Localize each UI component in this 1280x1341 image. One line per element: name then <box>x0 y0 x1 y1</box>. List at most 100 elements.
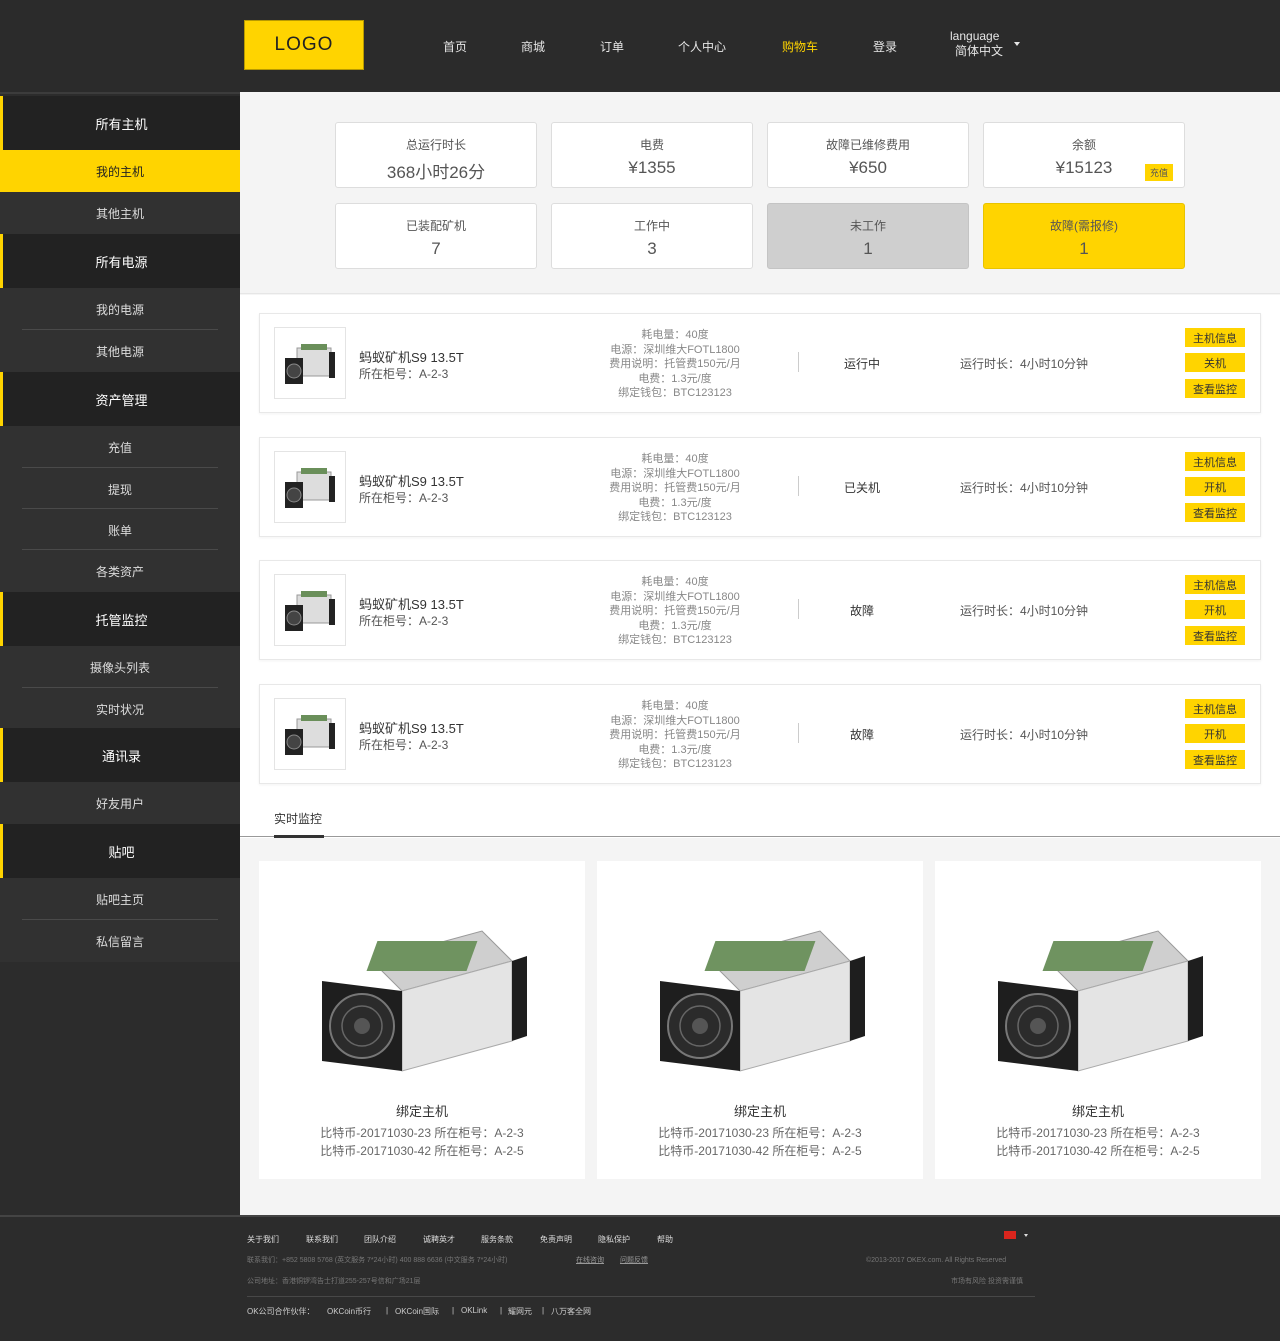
footer-partner-link[interactable]: 八万客全网 <box>551 1306 591 1317</box>
monitor-tabbar: 实时监控 <box>240 795 1280 838</box>
sidebar-item-other-hosts[interactable]: 其他主机 <box>0 192 240 234</box>
footer-link-disclaimer[interactable]: 免责声明 <box>540 1234 572 1245</box>
monitor-card-title: 绑定主机 <box>733 1104 786 1119</box>
nav-cart[interactable]: 购物车 <box>782 38 818 55</box>
sidebar-group-monitoring[interactable]: 托管监控 <box>0 592 240 646</box>
sidebar-item-live-status[interactable]: 实时状况 <box>0 688 240 730</box>
stat-faulty: 故障(需报修) 1 <box>983 203 1185 269</box>
stat-label: 总运行时长 <box>405 138 466 152</box>
footer-link-terms[interactable]: 服务条款 <box>481 1234 513 1245</box>
stat-repair-fees: 故障已维修费用 ¥650 <box>767 122 969 188</box>
footer-feedback[interactable]: 问题反馈 <box>620 1255 648 1265</box>
sidebar-group-hosts[interactable]: 所有主机 <box>0 96 240 150</box>
stat-value: 1 <box>1079 239 1089 258</box>
recharge-button[interactable]: 充值 <box>1144 164 1173 181</box>
sidebar-item-my-hosts[interactable]: 我的主机 <box>0 150 240 192</box>
host-info-button[interactable]: 主机信息 <box>1185 452 1245 471</box>
power-toggle-button[interactable]: 开机 <box>1185 600 1245 619</box>
footer-link-privacy[interactable]: 隐私保护 <box>598 1234 630 1245</box>
sidebar-item-friends[interactable]: 好友用户 <box>0 782 240 824</box>
nav-login[interactable]: 登录 <box>873 38 897 55</box>
machine-runtime: 运行时长：4小时10分钟 <box>960 357 1089 371</box>
monitor-card-line: 比特币-20171030-23 所在柜号：A-2-3 <box>320 1126 524 1140</box>
footer-link-team[interactable]: 团队介绍 <box>364 1234 396 1245</box>
miner-thumbnail <box>274 574 346 646</box>
sidebar-item-forum-home[interactable]: 贴吧主页 <box>0 878 240 920</box>
view-monitor-button[interactable]: 查看监控 <box>1185 379 1245 398</box>
sidebar-group-contacts[interactable]: 通讯录 <box>0 728 240 782</box>
sidebar-item-other-power[interactable]: 其他电源 <box>0 330 240 372</box>
footer-partner-link[interactable]: 耀网元 <box>508 1306 532 1317</box>
sidebar-item-bills[interactable]: 账单 <box>0 509 240 551</box>
sidebar-group-forum[interactable]: 贴吧 <box>0 824 240 878</box>
sidebar-item-withdraw[interactable]: 提现 <box>0 468 240 510</box>
divider <box>798 352 799 372</box>
footer-online-consult[interactable]: 在线咨询 <box>576 1255 604 1265</box>
machine-status: 运行中 <box>843 357 880 371</box>
host-info-button[interactable]: 主机信息 <box>1185 699 1245 718</box>
machine-name: 蚂蚁矿机S9 13.5T <box>359 474 464 489</box>
footer-partner-link[interactable]: OKLink <box>461 1306 487 1315</box>
detail-power-usage: 耗电量：40度 <box>641 700 709 712</box>
monitor-card[interactable]: 绑定主机 比特币-20171030-23 所在柜号：A-2-3 比特币-2017… <box>259 861 585 1179</box>
stat-assembled: 已装配矿机 7 <box>335 203 537 269</box>
detail-fee: 费用说明：托管费150元/月 <box>609 482 741 494</box>
view-monitor-button[interactable]: 查看监控 <box>1185 503 1245 522</box>
monitor-card[interactable]: 绑定主机 比特币-20171030-23 所在柜号：A-2-3 比特币-2017… <box>935 861 1261 1179</box>
sidebar-item-messages[interactable]: 私信留言 <box>0 920 240 962</box>
detail-fee: 费用说明：托管费150元/月 <box>609 605 741 617</box>
detail-power-supply: 电源：深圳维大FOTL1800 <box>610 467 740 480</box>
view-monitor-button[interactable]: 查看监控 <box>1185 750 1245 769</box>
miner-thumbnail <box>274 698 346 770</box>
chevron-down-icon[interactable] <box>1024 1234 1028 1237</box>
stat-label: 余额 <box>1071 138 1096 152</box>
stat-balance: 余额 ¥15123 充值 <box>983 122 1185 188</box>
machine-runtime: 运行时长：4小时10分钟 <box>960 604 1089 618</box>
miner-icon <box>285 468 335 508</box>
footer-partner-link[interactable]: OKCoin币行 <box>327 1306 371 1317</box>
sidebar-item-all-assets[interactable]: 各类资产 <box>0 550 240 592</box>
machine-status: 故障 <box>849 728 874 742</box>
monitor-card-line: 比特币-20171030-23 所在柜号：A-2-3 <box>658 1126 862 1140</box>
sidebar-item-recharge[interactable]: 充值 <box>0 426 240 468</box>
tab-live-monitor[interactable]: 实时监控 <box>274 810 322 827</box>
host-info-button[interactable]: 主机信息 <box>1185 575 1245 594</box>
chevron-down-icon[interactable] <box>1014 42 1020 46</box>
sidebar-item-my-power[interactable]: 我的电源 <box>0 288 240 330</box>
footer-divider <box>247 1296 1035 1297</box>
stats-panel: 总运行时长 368小时26分 电费 ¥1355 故障已维修费用 ¥650 余额 … <box>240 94 1280 294</box>
miner-icon <box>285 715 335 755</box>
sidebar-group-power[interactable]: 所有电源 <box>0 234 240 288</box>
footer-link-contact[interactable]: 联系我们 <box>306 1234 338 1245</box>
power-toggle-button[interactable]: 开机 <box>1185 724 1245 743</box>
machine-location: 所在柜号：A-2-3 <box>359 738 449 752</box>
footer-partner-link[interactable]: OKCoin国际 <box>395 1306 439 1317</box>
footer-link-about[interactable]: 关于我们 <box>247 1234 279 1245</box>
nav-home[interactable]: 首页 <box>443 38 467 55</box>
detail-wallet: 绑定钱包：BTC123123 <box>618 634 732 646</box>
nav-orders[interactable]: 订单 <box>600 38 624 55</box>
detail-power-usage: 耗电量：40度 <box>641 453 709 465</box>
china-flag-icon[interactable] <box>1004 1231 1016 1239</box>
view-monitor-button[interactable]: 查看监控 <box>1185 626 1245 645</box>
machine-details: 耗电量：40度 电源：深圳维大FOTL1800 费用说明：托管费150元/月 电… <box>590 452 760 525</box>
power-toggle-button[interactable]: 关机 <box>1185 353 1245 372</box>
logo[interactable]: LOGO <box>244 20 364 70</box>
host-info-button[interactable]: 主机信息 <box>1185 328 1245 347</box>
language-selector[interactable]: language 简体中文 <box>950 29 1003 59</box>
detail-electricity-rate: 电费：1.3元/度 <box>638 619 712 632</box>
sidebar-group-assets[interactable]: 资产管理 <box>0 372 240 426</box>
stat-label: 故障(需报修) <box>1050 219 1118 233</box>
stat-value: 368小时26分 <box>386 163 486 182</box>
power-toggle-button[interactable]: 开机 <box>1185 477 1245 496</box>
nav-user-center[interactable]: 个人中心 <box>678 38 726 55</box>
stat-total-runtime: 总运行时长 368小时26分 <box>335 122 537 188</box>
machine-name: 蚂蚁矿机S9 13.5T <box>359 597 464 612</box>
monitor-card[interactable]: 绑定主机 比特币-20171030-23 所在柜号：A-2-3 比特币-2017… <box>597 861 923 1179</box>
nav-mall[interactable]: 商城 <box>521 38 545 55</box>
footer-link-careers[interactable]: 诚聘英才 <box>423 1234 455 1245</box>
sidebar-item-cameras[interactable]: 摄像头列表 <box>0 646 240 688</box>
footer-link-help[interactable]: 帮助 <box>657 1234 673 1245</box>
footer-partners-label: OK公司合作伙伴： <box>247 1307 315 1316</box>
stat-value: ¥1355 <box>628 158 676 177</box>
